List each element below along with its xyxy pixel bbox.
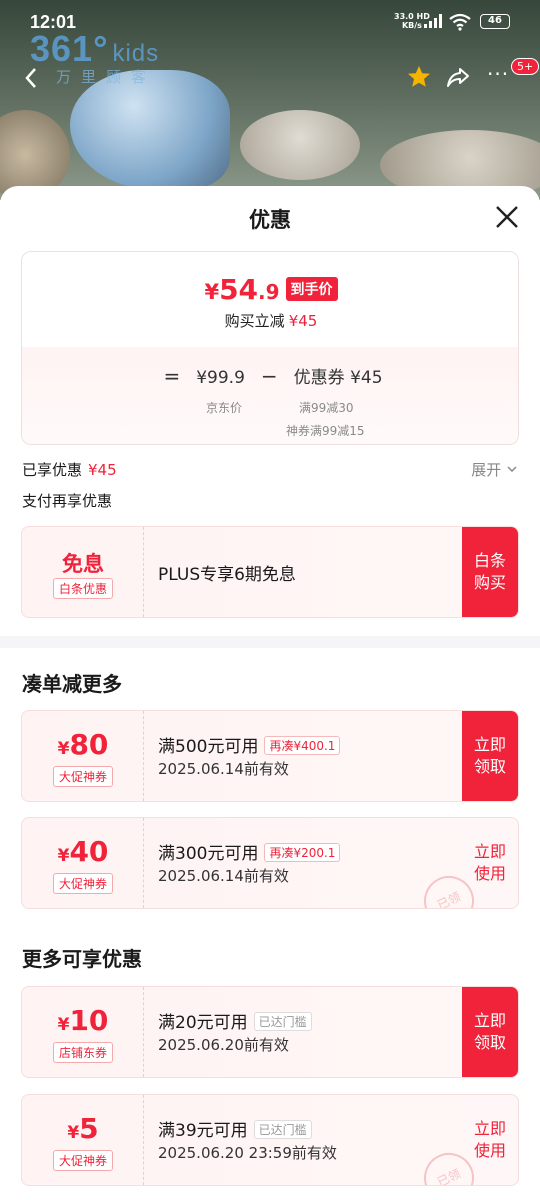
plus-offer-type: 白条优惠 (53, 578, 113, 599)
coupon-amount: ¥10 (57, 1004, 109, 1037)
star-icon[interactable] (406, 64, 432, 90)
coupon-condition: 满300元可用 再凑¥200.1 (158, 839, 341, 864)
coupon-type: 大促神券 (53, 766, 113, 787)
chevron-down-icon (507, 466, 517, 473)
section-title-more: 更多可享优惠 (22, 947, 142, 971)
battery-icon: 46 (480, 14, 510, 29)
pay-more-heading: 支付再享优惠 (22, 492, 113, 510)
share-icon[interactable] (445, 64, 471, 90)
use-coupon-button[interactable]: 立即 使用 (462, 1095, 518, 1185)
coupon-condition: 满500元可用 再凑¥400.1 (158, 732, 341, 757)
final-price-tag: 到手价 (285, 277, 338, 301)
product-image-shape (240, 110, 360, 180)
coupon-detail: 神券满99减15 (286, 424, 365, 438)
jd-price-label: 京东价 (206, 401, 243, 415)
price-summary-card: ¥54.9 到手价 购买立减 ¥45 = ¥99.9− 优惠券 ¥45 京东价 满99减… (21, 251, 519, 445)
wifi-icon (449, 13, 471, 31)
product-shoe-image (70, 70, 230, 190)
discount-sheet: 优惠 ¥54.9 到手价 购买立减 ¥45 = ¥99.9− 优惠券 ¥45 京东价 满… (0, 186, 540, 1200)
coupon-condition: 满20元可用 已达门槛 (158, 1008, 312, 1033)
expand-button[interactable]: 展开 (471, 459, 518, 480)
coupon-left: ¥40 大促神券 (22, 818, 144, 908)
coupon-validity: 2025.06.14前有效 (158, 760, 289, 778)
plus-offer-title: 免息 (62, 552, 104, 576)
coupon-tag: 已达门槛 (253, 1120, 312, 1139)
notification-badge: 5+ (511, 58, 540, 75)
coupon-amount: ¥40 (57, 835, 109, 868)
coupon-left: ¥10 店铺东券 (22, 987, 144, 1077)
use-coupon-button[interactable]: 立即 使用 (462, 818, 518, 908)
coupon-detail: 满99减30 (299, 401, 354, 415)
section-title-combine: 凑单减更多 (22, 672, 122, 696)
plus-offer-left: 免息 白条优惠 (22, 527, 144, 617)
coupon-tag: 已达门槛 (253, 1012, 312, 1031)
coupon-validity: 2025.06.20前有效 (158, 1036, 289, 1054)
jd-price: ¥99.9 (196, 368, 245, 388)
coupon-card: ¥40 大促神券 满300元可用 再凑¥200.1 2025.06.14前有效 已… (21, 817, 519, 909)
coupon-tag: 再凑¥400.1 (264, 736, 341, 755)
status-time: 12:01 (30, 12, 77, 32)
claim-coupon-button[interactable]: 立即 领取 (462, 987, 518, 1077)
baitiao-buy-button[interactable]: 白条 购买 (462, 527, 518, 617)
claim-coupon-button[interactable]: 立即 领取 (462, 711, 518, 801)
coupon-left: ¥5 大促神券 (22, 1095, 144, 1185)
close-icon[interactable] (494, 204, 520, 230)
status-bar: 12:01 33.0 HD KB/s 46 (0, 0, 540, 44)
plus-offer-desc: PLUS专享6期免息 (158, 565, 296, 585)
price-formula-area: = ¥99.9− 优惠券 ¥45 京东价 满99减30 神券满99减15 (22, 347, 518, 444)
coupon-validity: 2025.06.20 23:59前有效 (158, 1144, 337, 1162)
coupon-type: 大促神券 (53, 873, 113, 894)
chevron-left-icon[interactable] (20, 64, 42, 92)
plus-offer-card: 免息 白条优惠 PLUS专享6期免息 白条 购买 (21, 526, 519, 618)
sheet-title: 优惠 (249, 208, 291, 232)
coupon-amount: ¥5 (67, 1112, 99, 1145)
coupon-total: 优惠券 ¥45 (293, 368, 383, 388)
section-divider (0, 636, 540, 648)
coupon-type: 大促神券 (53, 1150, 113, 1171)
price-formula: = ¥99.9− 优惠券 ¥45 (163, 364, 383, 388)
coupon-left: ¥80 大促神券 (22, 711, 144, 801)
brand-slogan: 万里顾客 (56, 68, 157, 86)
coupon-card: ¥5 大促神券 满39元可用 已达门槛 2025.06.20 23:59前有效 已… (21, 1094, 519, 1186)
enjoyed-discount: 已享优惠 ¥45 (22, 461, 117, 479)
final-price: ¥54.9 到手价 (22, 273, 518, 306)
coupon-type: 店铺东券 (53, 1042, 113, 1063)
coupon-validity: 2025.06.14前有效 (158, 867, 289, 885)
coupon-card: ¥80 大促神券 满500元可用 再凑¥400.1 2025.06.14前有效 立… (21, 710, 519, 802)
instant-reduction: 购买立减 ¥45 (224, 312, 318, 330)
coupon-amount: ¥80 (57, 728, 109, 761)
coupon-tag: 再凑¥200.1 (264, 843, 341, 862)
final-price-area: ¥54.9 到手价 购买立减 ¥45 (22, 252, 518, 347)
more-dots-icon[interactable]: ··· (487, 62, 509, 86)
signal-icon (424, 14, 442, 28)
coupon-card: ¥10 店铺东券 满20元可用 已达门槛 2025.06.20前有效 立即 领取 (21, 986, 519, 1078)
coupon-condition: 满39元可用 已达门槛 (158, 1116, 312, 1141)
